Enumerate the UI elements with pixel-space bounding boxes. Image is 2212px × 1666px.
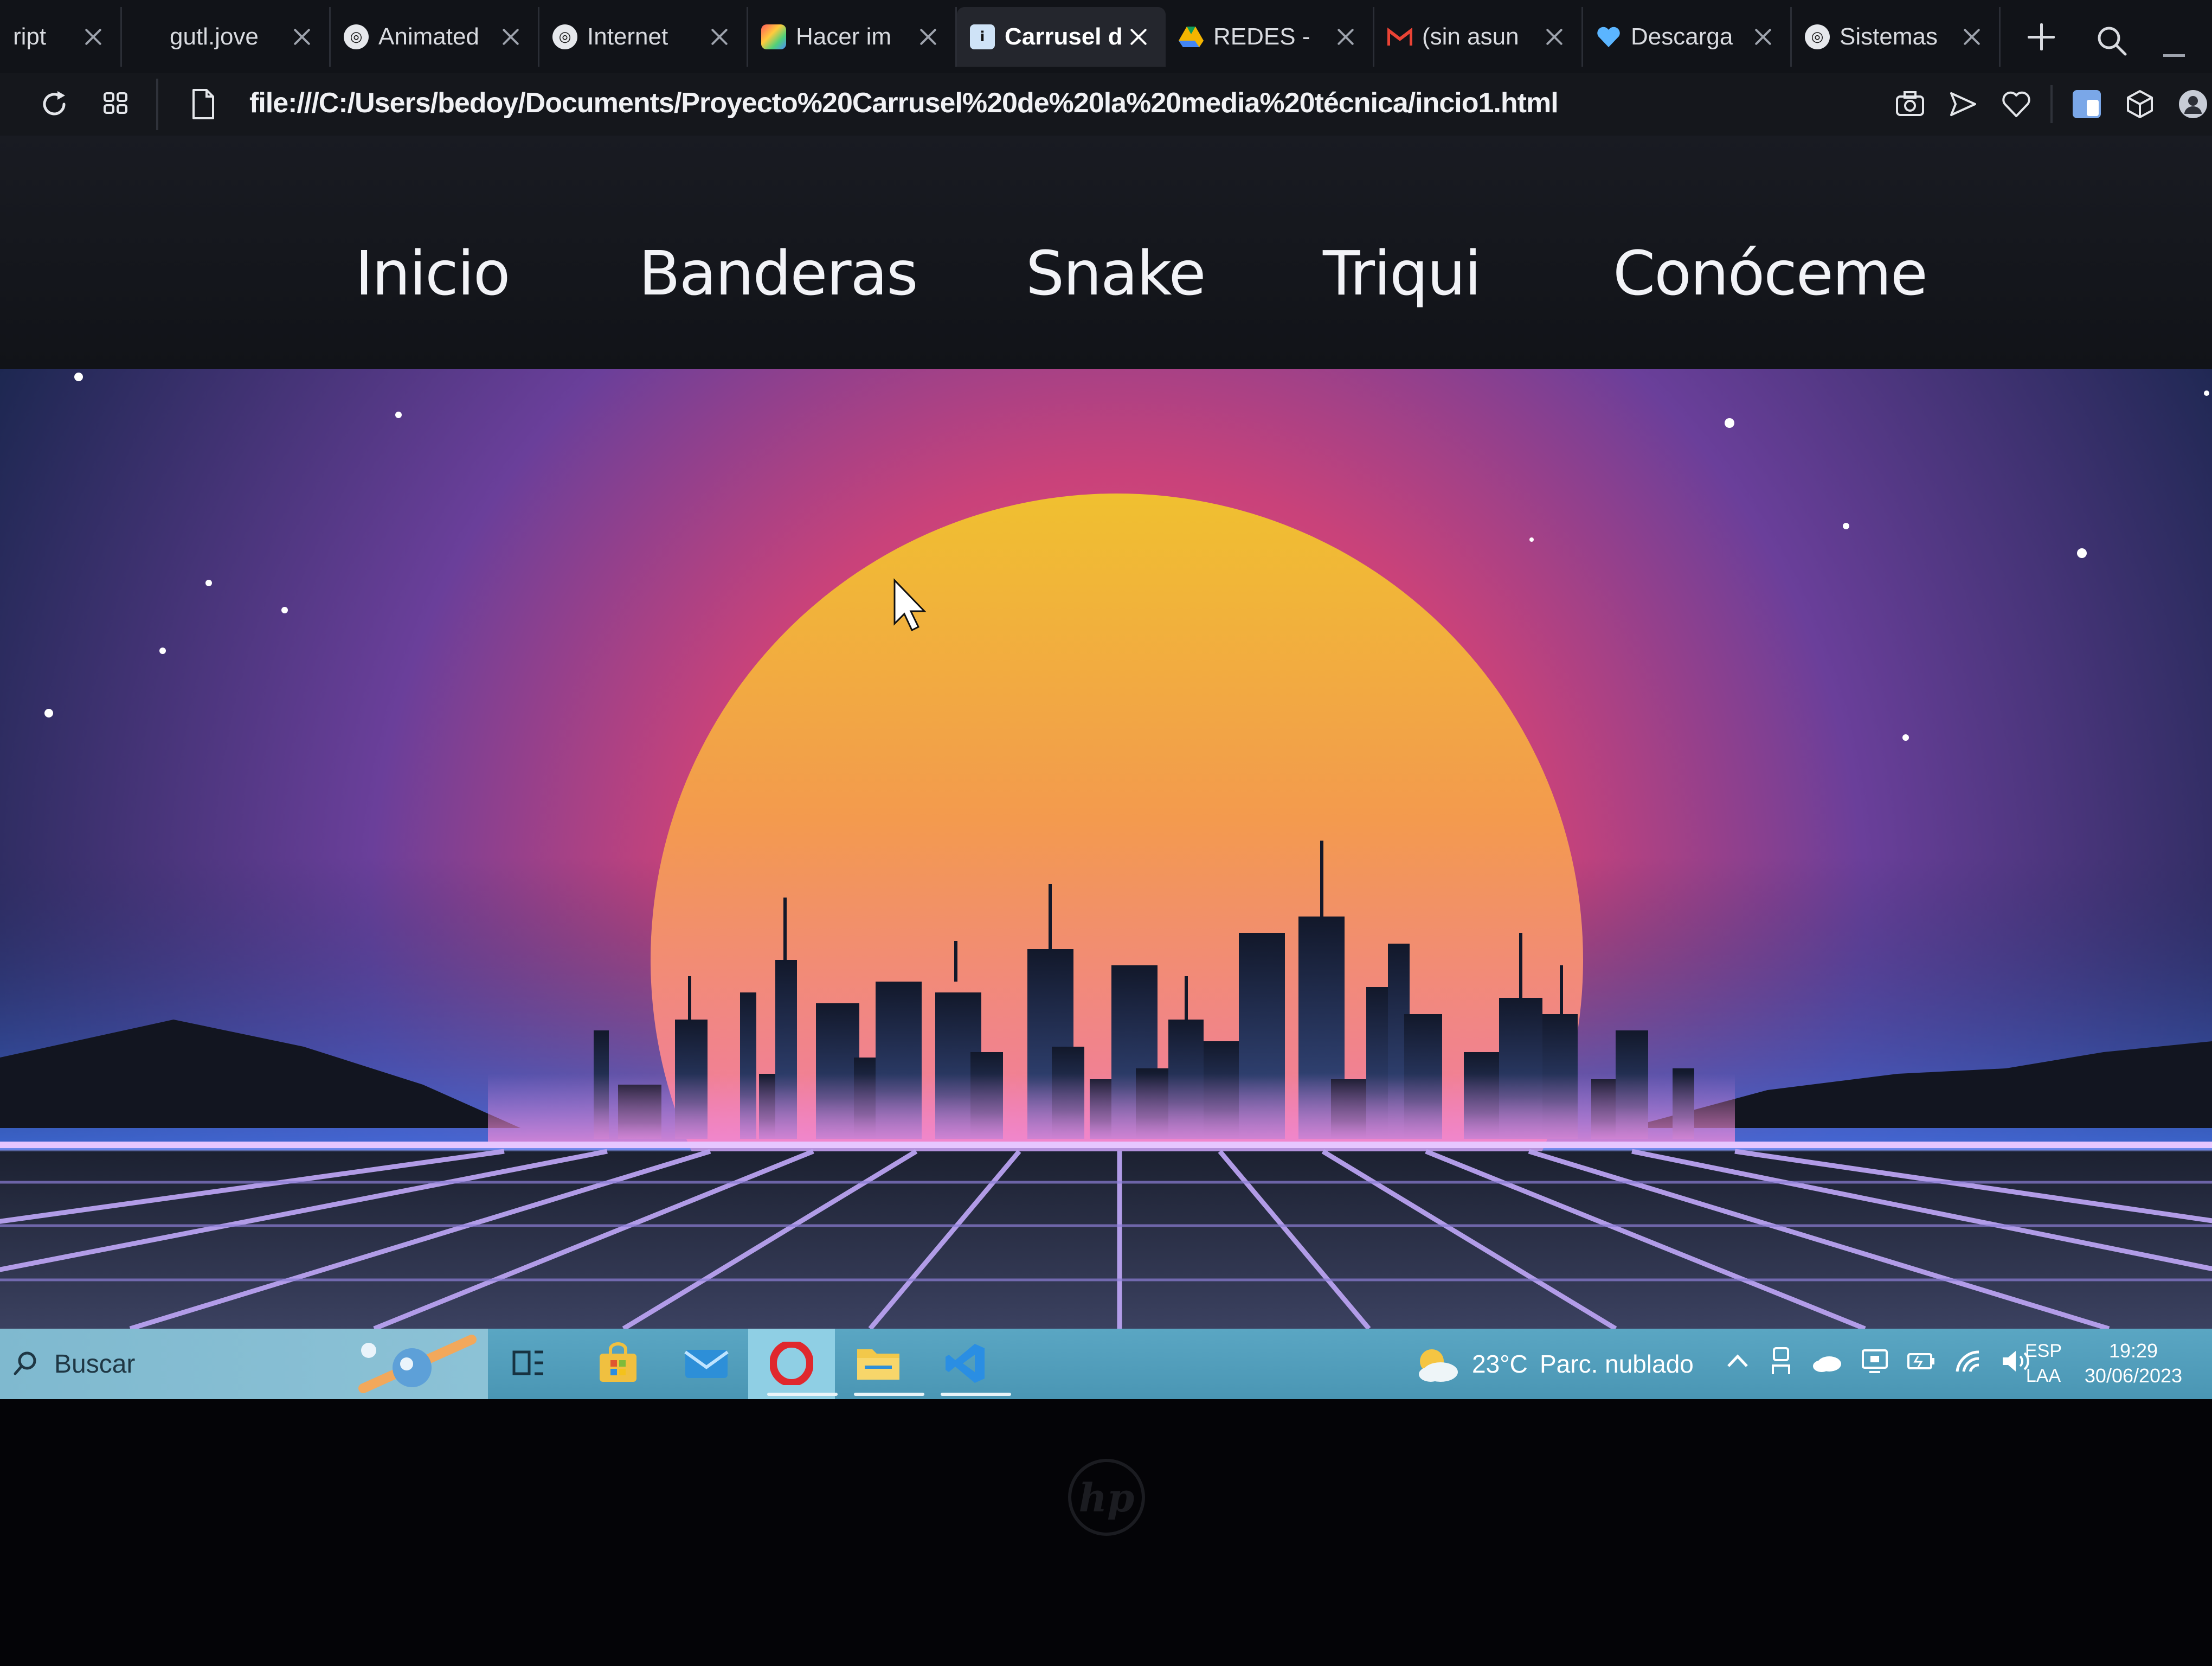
translate-extension-icon[interactable]: [2068, 85, 2106, 123]
drive-icon: [1179, 24, 1204, 49]
toolbar-divider: [2050, 85, 2053, 123]
heart-icon: [1596, 24, 1621, 49]
address-bar-actions: [1891, 85, 2212, 123]
nav-link-banderas[interactable]: Banderas: [639, 239, 918, 309]
tab-title: Animated: [378, 23, 479, 50]
system-tray: [1724, 1345, 2032, 1377]
browser-tab[interactable]: ◎ Sistemas: [1792, 7, 2001, 67]
nav-link-triqui[interactable]: Triqui: [1323, 239, 1481, 309]
tab-title: (sin asun: [1422, 23, 1519, 50]
nav-link-conoceme[interactable]: Conóceme: [1613, 239, 1928, 309]
nav-link-snake[interactable]: Snake: [1026, 239, 1206, 309]
url-field[interactable]: file:///C:/Users/bedoy/Documents/Proyect…: [249, 87, 1559, 119]
grid-floor: [0, 1151, 2212, 1329]
weather-description[interactable]: Parc. nublado: [1540, 1349, 1694, 1379]
browser-tab[interactable]: ript: [0, 7, 122, 67]
close-tab-icon[interactable]: [1128, 26, 1149, 48]
browser-tab[interactable]: Hacer im: [748, 7, 957, 67]
file-explorer-icon[interactable]: [851, 1336, 924, 1396]
colorful-app-icon: [761, 24, 786, 49]
browser-tab[interactable]: (sin asun: [1374, 7, 1583, 67]
hp-logo: hp: [1068, 1459, 1145, 1536]
tab-title: Carrusel d: [1005, 23, 1122, 50]
close-tab-icon[interactable]: [917, 26, 939, 48]
clock-time: 19:29: [2108, 1340, 2158, 1362]
chevron-up-icon[interactable]: [1724, 1348, 1751, 1375]
search-highlight-illustration-icon: [358, 1335, 477, 1393]
browser-tab[interactable]: Descarga: [1583, 7, 1792, 67]
tab-grid-icon[interactable]: [98, 85, 136, 123]
task-view-icon[interactable]: [501, 1336, 556, 1391]
weather-partly-cloudy-icon: [1419, 1349, 1458, 1382]
gmail-icon: [1387, 24, 1412, 49]
close-tab-icon[interactable]: [1544, 26, 1565, 48]
opera-browser-icon[interactable]: [748, 1329, 838, 1399]
minimize-window-icon[interactable]: [2163, 54, 2185, 57]
language-code: ESP: [2025, 1341, 2062, 1361]
clock-date: 30/06/2023: [2084, 1364, 2183, 1387]
profile-avatar-icon[interactable]: [2174, 85, 2212, 123]
cube-icon[interactable]: [2121, 85, 2159, 123]
search-tabs-icon[interactable]: [2093, 22, 2142, 71]
vscode-icon[interactable]: [938, 1336, 1011, 1396]
camera-icon[interactable]: [1891, 85, 1929, 123]
close-tab-icon[interactable]: [500, 26, 522, 48]
close-tab-icon[interactable]: [1752, 26, 1774, 48]
browser-tab[interactable]: ◎ Internet: [539, 7, 748, 67]
reload-icon[interactable]: [35, 85, 73, 123]
taskbar: Buscar 23°C Parc. nublado ESP LAA 19:29 …: [0, 1329, 2212, 1399]
close-tab-icon[interactable]: [709, 26, 730, 48]
globe-icon: ◎: [552, 24, 577, 49]
taskbar-search-box[interactable]: Buscar: [0, 1329, 488, 1399]
onedrive-cloud-icon[interactable]: [1811, 1348, 1843, 1375]
close-tab-icon[interactable]: [1961, 26, 1983, 48]
hero-artwork: [0, 369, 2212, 1329]
taskbar-search-placeholder: Buscar: [54, 1349, 136, 1379]
tab-title: Internet: [587, 23, 668, 50]
address-bar: file:///C:/Users/bedoy/Documents/Proyect…: [0, 73, 2212, 136]
keyboard-language-indicator[interactable]: ESP LAA: [2025, 1338, 2062, 1388]
heart-icon[interactable]: [1997, 85, 2035, 123]
tab-title: REDES -: [1213, 23, 1310, 50]
file-page-icon[interactable]: [184, 85, 222, 123]
microsoft-store-icon[interactable]: [591, 1336, 645, 1391]
tab-title: gutl.jove: [170, 23, 259, 50]
close-tab-icon[interactable]: [291, 26, 313, 48]
taskbar-clock[interactable]: 19:29 30/06/2023: [2076, 1338, 2190, 1388]
search-icon: [14, 1351, 36, 1375]
tab-title: Sistemas: [1840, 23, 1938, 50]
new-tab-button[interactable]: [2017, 12, 2066, 61]
tab-title: Hacer im: [796, 23, 892, 50]
send-icon[interactable]: [1944, 85, 1982, 123]
document-icon: i: [970, 24, 995, 49]
toolbar-divider: [156, 79, 158, 130]
network-display-icon[interactable]: [1860, 1346, 1890, 1376]
web-page: Inicio Banderas Snake Triqui Conóceme: [0, 136, 2212, 1329]
mail-icon[interactable]: [679, 1336, 734, 1391]
blank-favicon-icon: [135, 24, 160, 49]
meet-now-icon[interactable]: [1767, 1345, 1795, 1377]
nav-link-inicio[interactable]: Inicio: [355, 239, 510, 309]
weather-temperature[interactable]: 23°C: [1472, 1349, 1528, 1379]
synthwave-hero-illustration: [0, 369, 2212, 1329]
battery-icon[interactable]: [1906, 1348, 1937, 1375]
globe-icon: ◎: [344, 24, 369, 49]
wifi-icon[interactable]: [1953, 1348, 1983, 1375]
keyboard-layout-code: LAA: [2025, 1366, 2061, 1386]
site-navbar: Inicio Banderas Snake Triqui Conóceme: [0, 136, 2212, 369]
browser-tab-strip: ript gutl.jove ◎ Animated ◎ Internet Hac…: [0, 0, 2212, 73]
close-tab-icon[interactable]: [82, 26, 104, 48]
close-tab-icon[interactable]: [1335, 26, 1356, 48]
browser-tab[interactable]: REDES -: [1166, 7, 1374, 67]
tab-title: Descarga: [1631, 23, 1733, 50]
browser-tab[interactable]: gutl.jove: [122, 7, 331, 67]
globe-icon: ◎: [1805, 24, 1830, 49]
tab-title: ript: [13, 23, 47, 50]
browser-tab-active[interactable]: i Carrusel d: [957, 7, 1166, 67]
browser-tab[interactable]: ◎ Animated: [331, 7, 539, 67]
